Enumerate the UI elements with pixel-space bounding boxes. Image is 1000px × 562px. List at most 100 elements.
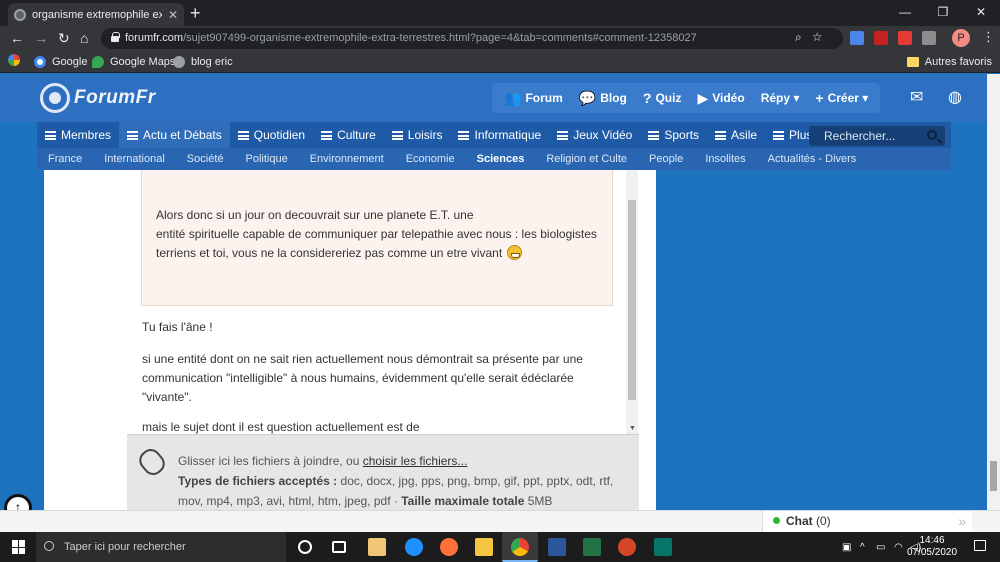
browser-tab[interactable]: organisme extremophile extra te ✕ xyxy=(8,3,184,26)
editor-scrollbar-thumb[interactable] xyxy=(628,200,636,400)
powerpoint-icon[interactable] xyxy=(618,538,636,556)
category-jeux-video[interactable]: Jeux Vidéo xyxy=(549,122,640,148)
bookmark-google-maps[interactable]: Google Maps xyxy=(92,54,175,70)
reload-icon[interactable]: ↻ xyxy=(58,29,70,47)
category-sports[interactable]: Sports xyxy=(640,122,707,148)
chat-label: Chat xyxy=(786,514,813,528)
category-membres[interactable]: Membres xyxy=(37,122,119,148)
category-quotidien[interactable]: Quotidien xyxy=(230,122,313,148)
file-explorer-icon[interactable] xyxy=(475,538,493,556)
chat-widget[interactable]: Chat (0) » xyxy=(762,511,972,533)
notification-center-icon[interactable] xyxy=(974,540,986,551)
category-culture[interactable]: Culture xyxy=(313,122,384,148)
profile-avatar[interactable]: P xyxy=(952,29,970,47)
nav-creer[interactable]: + Créer ▾ xyxy=(807,83,876,113)
category-loisirs[interactable]: Loisirs xyxy=(384,122,451,148)
nav-blog[interactable]: 💬 Blog xyxy=(571,83,635,113)
close-window-icon[interactable]: ✕ xyxy=(962,0,1000,26)
zoom-icon[interactable]: ⌕ xyxy=(795,30,802,45)
choose-files-link[interactable]: choisir les fichiers... xyxy=(363,454,468,468)
network-tray-icon[interactable]: ▣ xyxy=(842,542,851,553)
browser-menu-icon[interactable]: ⋮ xyxy=(982,29,995,45)
nav-label: Créer ▾ xyxy=(827,91,869,105)
nav-repy[interactable]: Répy ▾ xyxy=(753,83,808,113)
subcategory-societe[interactable]: Société xyxy=(176,153,235,165)
subcategory-sciences[interactable]: Sciences xyxy=(466,153,536,165)
page-scrollbar-thumb[interactable] xyxy=(990,461,997,491)
globe-settings-icon[interactable]: ◍ xyxy=(948,87,962,107)
mail-icon[interactable]: ✉ xyxy=(910,87,923,107)
bookmark-apps[interactable] xyxy=(8,54,26,66)
quote-line: terriens et toi, vous ne la considererie… xyxy=(156,246,503,260)
site-logo[interactable]: ForumFr xyxy=(40,82,156,114)
extension-gray-icon[interactable] xyxy=(922,31,936,45)
subcategory-economie[interactable]: Economie xyxy=(395,153,466,165)
editor-scrollbar[interactable]: ▼ xyxy=(626,170,638,434)
site-search-input[interactable]: Rechercher... xyxy=(809,126,945,146)
menu-icon xyxy=(557,130,569,140)
menu-icon xyxy=(773,130,785,140)
category-label: Loisirs xyxy=(407,128,443,142)
subcategory-actualites-divers[interactable]: Actualités - Divers xyxy=(757,153,868,165)
menu-icon xyxy=(321,130,333,140)
bookmark-google[interactable]: Google xyxy=(34,54,87,70)
paperclip-icon xyxy=(135,444,169,480)
battery-icon[interactable]: ▭ xyxy=(876,542,885,553)
subcategory-people[interactable]: People xyxy=(638,153,694,165)
reply-text: si une entité dont on ne sait rien actue… xyxy=(142,352,583,404)
site-favicon-icon xyxy=(14,8,26,21)
category-asile[interactable]: Asile xyxy=(707,122,765,148)
subcategory-environnement[interactable]: Environnement xyxy=(299,153,395,165)
extension-red-icon[interactable] xyxy=(874,31,888,45)
taskbar-search-input[interactable]: Taper ici pour rechercher xyxy=(36,532,286,562)
category-informatique[interactable]: Informatique xyxy=(450,122,549,148)
chevron-up-icon[interactable]: ^ xyxy=(860,542,865,553)
minimize-icon[interactable]: — xyxy=(886,0,924,26)
bookmark-label: Google Maps xyxy=(110,56,176,68)
page-scrollbar[interactable] xyxy=(987,74,1000,510)
category-actu-et-debats[interactable]: Actu et Débats xyxy=(119,122,230,148)
home-icon[interactable]: ⌂ xyxy=(80,29,88,47)
wifi-icon[interactable]: ◠ xyxy=(894,542,903,553)
task-view-icon[interactable] xyxy=(332,541,346,553)
translate-extension-icon[interactable] xyxy=(850,31,864,45)
category-label: Sports xyxy=(664,128,700,142)
search-icon[interactable] xyxy=(927,130,937,140)
new-tab-icon[interactable]: + xyxy=(190,3,201,23)
types-label: Types de fichiers acceptés : xyxy=(178,474,341,488)
subcategory-insolites[interactable]: Insolites xyxy=(694,153,756,165)
chrome-taskbar-button[interactable] xyxy=(502,532,538,562)
subcategory-france[interactable]: France xyxy=(37,153,93,165)
cortana-icon[interactable] xyxy=(298,540,312,554)
address-bar[interactable]: forumfr.com/sujet907499-organisme-extrem… xyxy=(101,28,843,49)
maximize-icon[interactable]: ❐ xyxy=(924,0,962,26)
nav-forum[interactable]: 👥 Forum xyxy=(496,83,571,113)
publisher-icon[interactable] xyxy=(654,538,672,556)
nav-video[interactable]: ▶ Vidéo xyxy=(689,83,752,113)
category-label: Asile xyxy=(731,128,758,142)
adblock-extension-icon[interactable] xyxy=(898,31,912,45)
back-icon[interactable]: ← xyxy=(10,29,24,47)
word-icon[interactable] xyxy=(548,538,566,556)
windows-start-icon[interactable] xyxy=(12,540,26,554)
nav-quiz[interactable]: ? Quiz xyxy=(635,83,690,113)
attachment-dropzone[interactable]: Glisser ici les fichiers à joindre, ou c… xyxy=(127,434,639,510)
close-tab-icon[interactable]: ✕ xyxy=(168,8,178,22)
bookmark-blog-eric[interactable]: blog eric xyxy=(173,54,233,70)
excel-icon[interactable] xyxy=(583,538,601,556)
maps-pin-icon xyxy=(92,56,104,68)
chat-expand-icon[interactable]: » xyxy=(958,511,966,531)
scroll-down-icon[interactable]: ▼ xyxy=(629,425,636,432)
url-path: /sujet907499-organisme-extremophile-extr… xyxy=(183,32,697,44)
firefox-icon[interactable] xyxy=(440,538,458,556)
taskbar-clock[interactable]: 14:46 07/05/2020 xyxy=(904,535,960,559)
forward-icon[interactable]: → xyxy=(34,29,48,47)
other-bookmarks[interactable]: Autres favoris xyxy=(906,54,992,70)
bookmark-star-icon[interactable]: ☆ xyxy=(812,30,823,45)
edge-icon[interactable] xyxy=(405,538,423,556)
menu-icon xyxy=(127,130,139,140)
subcategory-international[interactable]: International xyxy=(93,153,176,165)
subcategory-politique[interactable]: Politique xyxy=(235,153,299,165)
subcategory-religion-et-culte[interactable]: Religion et Culte xyxy=(535,153,638,165)
store-icon[interactable] xyxy=(368,538,386,556)
